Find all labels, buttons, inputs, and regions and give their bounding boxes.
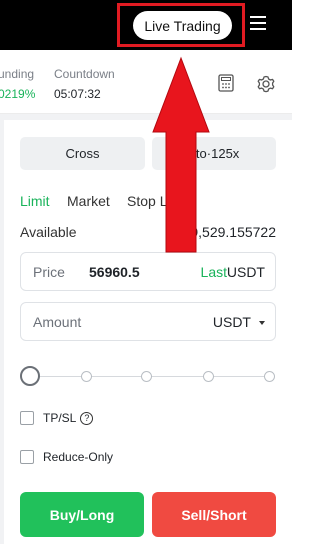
arrow-up-icon	[152, 56, 210, 253]
